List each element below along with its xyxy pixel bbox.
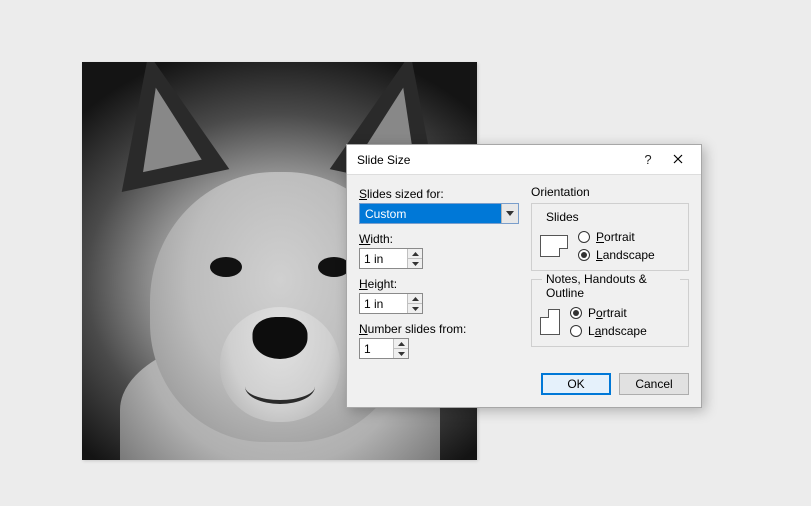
height-spin-up[interactable] <box>408 294 422 304</box>
orientation-label: Orientation <box>531 185 689 199</box>
width-label: Width: <box>359 232 517 246</box>
help-icon: ? <box>644 152 651 167</box>
page-portrait-icon <box>540 309 560 335</box>
number-spin-down[interactable] <box>394 349 408 358</box>
width-spin-up[interactable] <box>408 249 422 259</box>
slides-group-title: Slides <box>542 210 583 224</box>
height-spin-down[interactable] <box>408 304 422 313</box>
width-spinner[interactable]: 1 in <box>359 248 423 269</box>
number-from-spinner[interactable]: 1 <box>359 338 409 359</box>
slides-sized-for-combo[interactable]: Custom <box>359 203 519 224</box>
radio-icon <box>570 325 582 337</box>
height-value: 1 in <box>360 294 407 313</box>
number-from-label: Number slides from: <box>359 322 517 336</box>
slides-orientation-group: Slides Portrait Landscape <box>531 203 689 271</box>
slides-portrait-label: Portrait <box>596 230 635 244</box>
page-landscape-icon <box>540 235 568 257</box>
slides-sized-for-label: Slides sized for: <box>359 187 517 201</box>
close-icon <box>673 152 683 167</box>
number-spin-up[interactable] <box>394 339 408 349</box>
notes-landscape-label: Landscape <box>588 324 647 338</box>
height-label: Height: <box>359 277 517 291</box>
height-spinner[interactable]: 1 in <box>359 293 423 314</box>
notes-group-title: Notes, Handouts & Outline <box>542 272 680 300</box>
slides-landscape-label: Landscape <box>596 248 655 262</box>
chevron-down-icon[interactable] <box>501 204 518 223</box>
help-button[interactable]: ? <box>633 149 663 171</box>
dialog-titlebar[interactable]: Slide Size ? <box>347 145 701 175</box>
radio-icon <box>578 231 590 243</box>
number-from-value: 1 <box>360 339 393 358</box>
width-value: 1 in <box>360 249 407 268</box>
slides-landscape-radio[interactable]: Landscape <box>578 248 655 262</box>
slides-portrait-radio[interactable]: Portrait <box>578 230 655 244</box>
notes-portrait-label: Portrait <box>588 306 627 320</box>
ok-button[interactable]: OK <box>541 373 611 395</box>
notes-orientation-group: Notes, Handouts & Outline Portrait Lands… <box>531 279 689 347</box>
slides-sized-for-value: Custom <box>360 204 501 223</box>
slide-size-dialog: Slide Size ? Slides sized for: Custom Wi… <box>346 144 702 408</box>
close-button[interactable] <box>663 149 693 171</box>
cancel-button[interactable]: Cancel <box>619 373 689 395</box>
notes-landscape-radio[interactable]: Landscape <box>570 324 647 338</box>
notes-portrait-radio[interactable]: Portrait <box>570 306 647 320</box>
dialog-title: Slide Size <box>357 153 633 167</box>
width-spin-down[interactable] <box>408 259 422 268</box>
radio-icon <box>578 249 590 261</box>
radio-icon <box>570 307 582 319</box>
